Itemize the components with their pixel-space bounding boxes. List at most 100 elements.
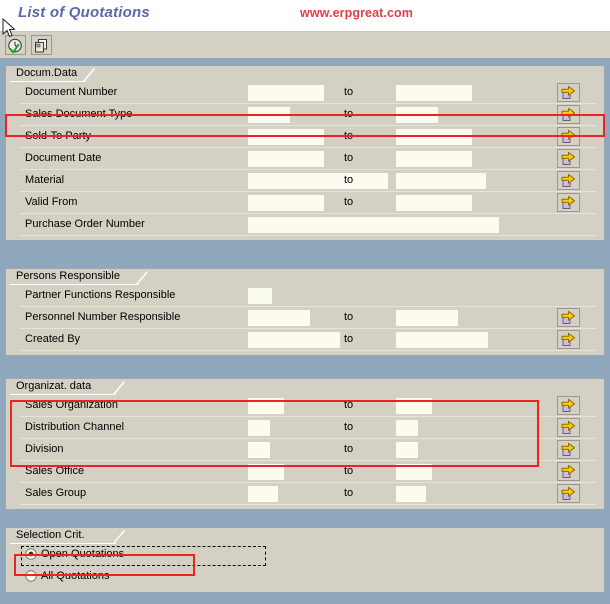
from-input[interactable] [248,310,310,326]
to-label: to [344,86,354,98]
from-input[interactable] [248,217,499,233]
group-header-organizat-data: Organizat. data [6,379,604,395]
clock-check-icon [8,38,22,53]
group-body-docum-data: Document Number to Sales Document Type to So… [6,82,604,236]
field-label: Sold-To Party [25,130,92,142]
toolbar-separator [0,58,610,65]
to-input[interactable] [396,332,488,348]
field-label: Created By [25,333,81,345]
from-input[interactable] [248,464,284,480]
to-input[interactable] [396,310,458,326]
radio-row[interactable]: All Quotations [6,566,604,588]
field-label: Material [25,174,65,186]
from-input[interactable] [248,173,388,189]
group-title-label: Persons Responsible [16,270,120,282]
multiple-selection-button[interactable] [557,396,580,415]
from-input[interactable] [248,107,290,123]
from-input[interactable] [248,486,278,502]
field-label: Sales Document Type [25,108,133,120]
to-input[interactable] [396,129,472,145]
radio-unselected-icon[interactable] [25,570,37,582]
field-row: Material to [6,170,604,192]
radio-label[interactable]: All Quotations [41,570,109,582]
field-row: Sales Document Type to [6,104,604,126]
to-input[interactable] [396,464,432,480]
field-label: Sales Office [25,465,85,477]
to-input[interactable] [396,442,418,458]
multiple-selection-button[interactable] [557,330,580,349]
mouse-pointer-icon [2,18,16,38]
to-label: to [344,333,354,345]
from-input[interactable] [248,442,270,458]
multiple-selection-button[interactable] [557,149,580,168]
field-row: Sales Office to [6,461,604,483]
field-row: Sales Organization to [6,395,604,417]
to-label: to [344,421,354,433]
field-row: Personnel Number Responsible to [6,307,604,329]
multiple-selection-arrow-icon [561,398,575,412]
radio-selected-icon[interactable] [25,548,37,560]
group-tab-edge [136,271,149,285]
from-input[interactable] [248,420,270,436]
field-label: Division [25,443,64,455]
multiple-selection-arrow-icon [561,151,575,165]
from-input[interactable] [248,195,324,211]
multiple-selection-button[interactable] [557,83,580,102]
to-label: to [344,443,354,455]
multiple-selection-button[interactable] [557,127,580,146]
multiple-selection-button[interactable] [557,462,580,481]
from-input[interactable] [248,288,272,304]
multiple-selection-arrow-icon [561,310,575,324]
group-tab-edge [113,381,126,395]
multiple-selection-arrow-icon [561,173,575,187]
from-input[interactable] [248,332,340,348]
to-input[interactable] [396,398,432,414]
window-bottom-edge [0,598,610,604]
multiple-selection-arrow-icon [561,129,575,143]
row-separator [20,235,596,236]
from-input[interactable] [248,129,324,145]
field-label: Partner Functions Responsible [25,289,176,301]
to-label: to [344,465,354,477]
to-input[interactable] [396,173,486,189]
field-label: Document Number [25,86,118,98]
multiple-selection-arrow-icon [561,420,575,434]
page-title: List of Quotations [18,4,150,21]
field-row: Sales Group to [6,483,604,505]
multiple-selection-button[interactable] [557,171,580,190]
multiple-selection-button[interactable] [557,105,580,124]
radio-row[interactable]: Open Quotations [6,544,604,566]
multiple-selection-arrow-icon [561,486,575,500]
from-input[interactable] [248,151,324,167]
to-input[interactable] [396,486,426,502]
copy-documents-icon [35,38,47,52]
multiple-selection-button[interactable] [557,484,580,503]
field-label: Sales Group [25,487,87,499]
multiple-selection-button[interactable] [557,440,580,459]
to-input[interactable] [396,420,418,436]
group-tab-edge [113,530,126,544]
multiple-selection-button[interactable] [557,418,580,437]
to-input[interactable] [396,85,472,101]
sap-selection-screen: List of Quotations www.erpgreat.com Docu… [0,0,610,604]
field-label: Document Date [25,152,102,164]
toolbar [0,32,610,59]
execute-button[interactable] [5,35,26,55]
to-input[interactable] [396,151,472,167]
to-label: to [344,311,354,323]
multiple-selection-button[interactable] [557,308,580,327]
from-input[interactable] [248,85,324,101]
from-input[interactable] [248,398,284,414]
field-label: Valid From [25,196,78,208]
multiple-selection-button[interactable] [31,35,52,55]
field-row: Document Number to [6,82,604,104]
to-label: to [344,196,354,208]
multiple-selection-arrow-icon [561,107,575,121]
field-row: Created By to [6,329,604,351]
group-body-organizat-data: Sales Organization to Distribution Channel… [6,395,604,505]
to-label: to [344,130,354,142]
to-input[interactable] [396,107,438,123]
radio-label[interactable]: Open Quotations [41,548,124,560]
to-input[interactable] [396,195,472,211]
multiple-selection-button[interactable] [557,193,580,212]
